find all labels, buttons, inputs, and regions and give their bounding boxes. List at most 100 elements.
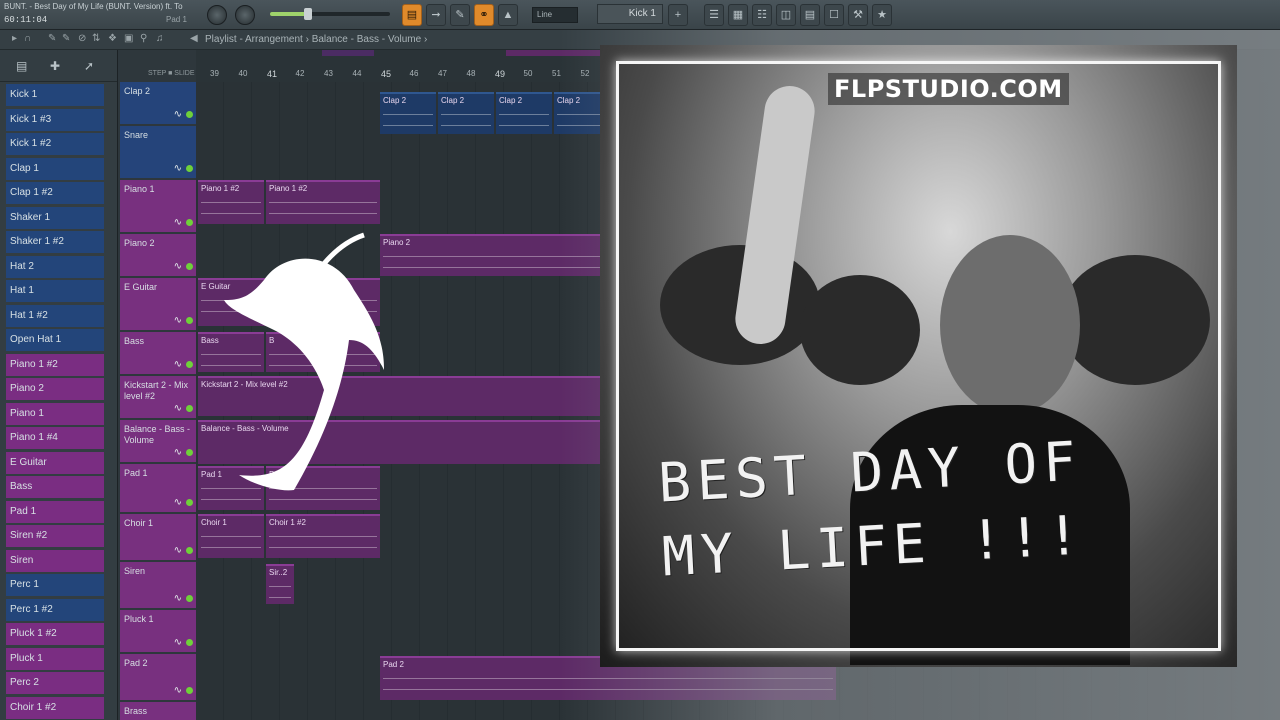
picker-item[interactable]: Hat 1 #2 <box>6 304 104 327</box>
track-mute-led[interactable] <box>186 219 193 226</box>
channel-rack-icon[interactable]: ◫ <box>776 4 796 26</box>
picker-item[interactable]: Pluck 1 <box>6 647 104 670</box>
picker-item[interactable]: Choir 1 #2 <box>6 696 104 719</box>
picker-item[interactable]: Piano 1 <box>6 402 104 425</box>
brush-icon[interactable]: ✎ <box>62 33 70 44</box>
track-header[interactable]: Choir 1 ∿ <box>120 514 196 560</box>
channel-select[interactable]: Kick 1 <box>597 4 663 24</box>
pattern-clip[interactable]: Clap 2 <box>496 92 552 134</box>
automation-icon[interactable]: ➚ <box>84 59 94 73</box>
menu-arrow-icon[interactable]: ▸ <box>12 33 17 44</box>
pattern-clip[interactable]: Choir 1 #2 <box>266 514 380 558</box>
track-header[interactable]: Pad 1 ∿ <box>120 464 196 512</box>
pattern-clip[interactable]: Clap 2 <box>438 92 494 134</box>
picker-item[interactable]: Clap 1 <box>6 157 104 180</box>
tools-icon[interactable]: ⚒ <box>848 4 868 26</box>
main-toolbar: BUNT. - Best Day of My Life (BUNT. Versi… <box>0 0 1280 30</box>
bar-number: 44 <box>352 69 362 78</box>
slider-thumb[interactable] <box>304 8 312 20</box>
track-mute-led[interactable] <box>186 361 193 368</box>
picker-item[interactable]: Kick 1 #3 <box>6 108 104 131</box>
picker-item[interactable]: Kick 1 #2 <box>6 133 104 155</box>
picker-item[interactable]: Hat 1 <box>6 280 104 302</box>
track-header[interactable]: Clap 2 ∿ <box>120 82 196 124</box>
track-mute-led[interactable] <box>186 639 193 646</box>
speaker-small-icon[interactable]: ◀ <box>190 33 198 44</box>
track-mute-led[interactable] <box>186 449 193 456</box>
bar-number: 47 <box>438 69 447 78</box>
track-mute-led[interactable] <box>186 111 193 118</box>
plugin-icon[interactable]: ☐ <box>824 4 844 26</box>
picker-item[interactable]: Shaker 1 #2 <box>6 231 104 253</box>
picker-item[interactable]: Kick 1 <box>6 84 104 106</box>
track-header[interactable]: Pad 2 ∿ <box>120 654 196 700</box>
track-mute-led[interactable] <box>186 165 193 172</box>
picker-item[interactable]: E Guitar <box>6 451 104 474</box>
picker-item[interactable]: Piano 1 #2 <box>6 353 104 376</box>
track-mute-led[interactable] <box>186 595 193 602</box>
snap-to-grid-button[interactable]: ▤ <box>402 4 422 26</box>
picker-item[interactable]: Pluck 1 #2 <box>6 623 104 645</box>
pattern-clip[interactable]: Clap 2 <box>380 92 436 134</box>
track-type-icon: ∿ <box>173 545 182 556</box>
shop-icon[interactable]: ★ <box>872 4 892 26</box>
zoom-icon[interactable]: ⚲ <box>140 33 147 44</box>
track-header[interactable]: Snare ∿ <box>120 126 196 178</box>
track-mute-led[interactable] <box>186 547 193 554</box>
pencil-icon[interactable]: ✎ <box>48 33 56 44</box>
pencil-tool-icon[interactable]: ✎ <box>450 4 470 26</box>
tempo-slider[interactable] <box>270 8 390 20</box>
stamp-tool-icon[interactable]: ▲ <box>498 4 518 26</box>
track-header[interactable]: Piano 1 ∿ <box>120 180 196 232</box>
master-pitch-knob[interactable] <box>235 5 255 25</box>
track-header[interactable]: Siren ∿ <box>120 562 196 608</box>
select-icon[interactable]: ▣ <box>124 33 133 44</box>
master-volume-knob[interactable] <box>207 5 227 25</box>
picker-item[interactable]: Perc 1 <box>6 574 104 596</box>
track-header[interactable]: Bass ∿ <box>120 332 196 374</box>
picker-item[interactable]: Hat 2 <box>6 255 104 278</box>
link-icon[interactable]: ⚭ <box>474 4 494 26</box>
slice-icon[interactable]: ❖ <box>108 33 117 44</box>
piano-icon[interactable]: ▤ <box>16 59 27 73</box>
track-header[interactable]: Kickstart 2 - Mix level #2 ∿ <box>120 376 196 418</box>
track-header[interactable]: E Guitar ∿ <box>120 278 196 330</box>
piano-roll-icon[interactable]: ▦ <box>728 4 748 26</box>
track-mute-led[interactable] <box>186 317 193 324</box>
pattern-clip[interactable]: Sir..2 <box>266 564 294 604</box>
speaker-icon[interactable]: ♫ <box>156 33 164 44</box>
loop-marker[interactable] <box>322 50 374 56</box>
picker-item[interactable]: Clap 1 #2 <box>6 182 104 204</box>
pattern-clip[interactable]: Choir 1 <box>198 514 264 558</box>
audio-icon[interactable]: ✚ <box>50 59 60 73</box>
playlist-icon[interactable]: ☰ <box>704 4 724 26</box>
plus-icon[interactable]: + <box>668 4 688 26</box>
track-header[interactable]: Brass <box>120 702 196 720</box>
picker-item[interactable]: Siren <box>6 549 104 572</box>
picker-item[interactable]: Open Hat 1 <box>6 329 104 351</box>
track-header[interactable]: Piano 2 ∿ <box>120 234 196 276</box>
picker-item[interactable]: Siren #2 <box>6 525 104 547</box>
track-header[interactable]: Pluck 1 ∿ <box>120 610 196 652</box>
picker-item[interactable]: Perc 1 #2 <box>6 598 104 621</box>
track-mute-led[interactable] <box>186 687 193 694</box>
track-header[interactable]: Balance - Bass - Volume ∿ <box>120 420 196 462</box>
snap-select[interactable]: Line <box>532 7 578 23</box>
pattern-clip[interactable]: Piano 1 #2 <box>198 180 264 224</box>
track-mute-led[interactable] <box>186 263 193 270</box>
arrow-right-icon[interactable]: ➞ <box>426 4 446 26</box>
slip-icon[interactable]: ⇅ <box>92 33 100 44</box>
mute-icon[interactable]: ⊘ <box>78 33 86 44</box>
picker-item[interactable]: Piano 2 <box>6 378 104 400</box>
pattern-clip[interactable]: Piano 1 #2 <box>266 180 380 224</box>
magnet-icon[interactable]: ∩ <box>24 33 31 44</box>
picker-item[interactable]: Piano 1 #4 <box>6 427 104 449</box>
track-mute-led[interactable] <box>186 499 193 506</box>
track-mute-led[interactable] <box>186 405 193 412</box>
picker-item[interactable]: Pad 1 <box>6 500 104 523</box>
mixer-icon[interactable]: ☷ <box>752 4 772 26</box>
picker-item[interactable]: Bass <box>6 476 104 498</box>
browser-icon[interactable]: ▤ <box>800 4 820 26</box>
picker-item[interactable]: Shaker 1 <box>6 206 104 229</box>
picker-item[interactable]: Perc 2 <box>6 672 104 694</box>
